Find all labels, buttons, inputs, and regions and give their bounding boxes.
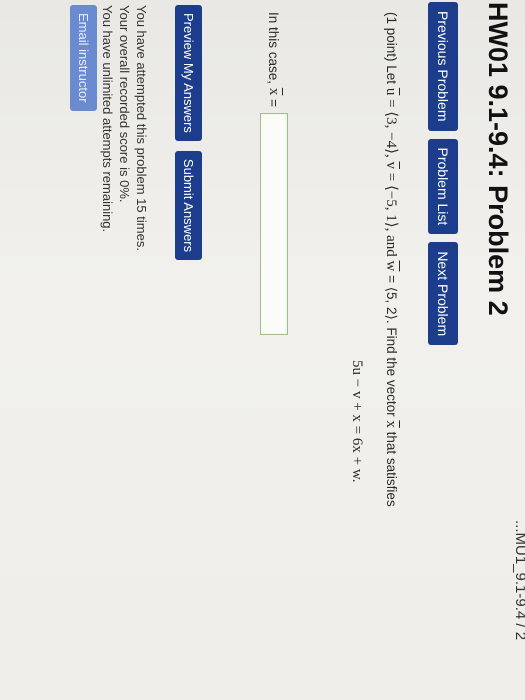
points-label: (1 point) Let	[384, 12, 399, 85]
submit-answers-button[interactable]: Submit Answers	[175, 150, 202, 261]
answer-row: In this case, x =	[260, 12, 288, 335]
problem-tail: that satisfies	[384, 431, 399, 507]
vector-w: w	[383, 260, 399, 272]
next-problem-button[interactable]: Next Problem	[428, 242, 458, 346]
vector-w-value: = ⟨5, 2⟩. Find the vector	[384, 275, 399, 417]
remaining-message: You have unlimited attempts remaining.	[100, 5, 115, 233]
problem-equation: 5u − v + x = 6x + w.	[349, 360, 365, 483]
problem-page: ...MU1_9.1-9.4 / 2 HW01 9.1-9.4: Problem…	[0, 0, 525, 700]
problem-list-button[interactable]: Problem List	[428, 138, 458, 235]
vector-u: u	[383, 87, 399, 96]
preview-answers-button[interactable]: Preview My Answers	[175, 5, 202, 141]
answer-prompt: In this case,	[266, 12, 282, 85]
previous-problem-button[interactable]: Previous Problem	[428, 2, 458, 131]
answer-equals: =	[266, 99, 282, 107]
email-instructor-button[interactable]: Email instructor	[70, 5, 97, 111]
attempts-message: You have attempted this problem 15 times…	[134, 5, 149, 251]
vector-v: v	[383, 161, 399, 169]
answer-actions: Preview My Answers Submit Answers	[175, 5, 202, 261]
breadcrumb: ...MU1_9.1-9.4 / 2	[512, 520, 525, 640]
attempt-messages: You have attempted this problem 15 times…	[99, 5, 150, 251]
vector-x: x	[383, 420, 399, 428]
problem-nav: Previous Problem Problem List Next Probl…	[428, 2, 458, 346]
answer-vector-x: x	[266, 87, 283, 96]
problem-statement: (1 point) Let u = ⟨3, −4⟩, v = ⟨−5, 1⟩, …	[382, 12, 400, 692]
vector-u-value: = ⟨3, −4⟩,	[383, 99, 399, 158]
vector-v-value: = ⟨−5, 1⟩, and	[383, 172, 399, 257]
page-title: HW01 9.1-9.4: Problem 2	[483, 2, 513, 316]
answer-input[interactable]	[260, 112, 288, 335]
score-message: Your overall recorded score is 0%.	[117, 5, 132, 203]
